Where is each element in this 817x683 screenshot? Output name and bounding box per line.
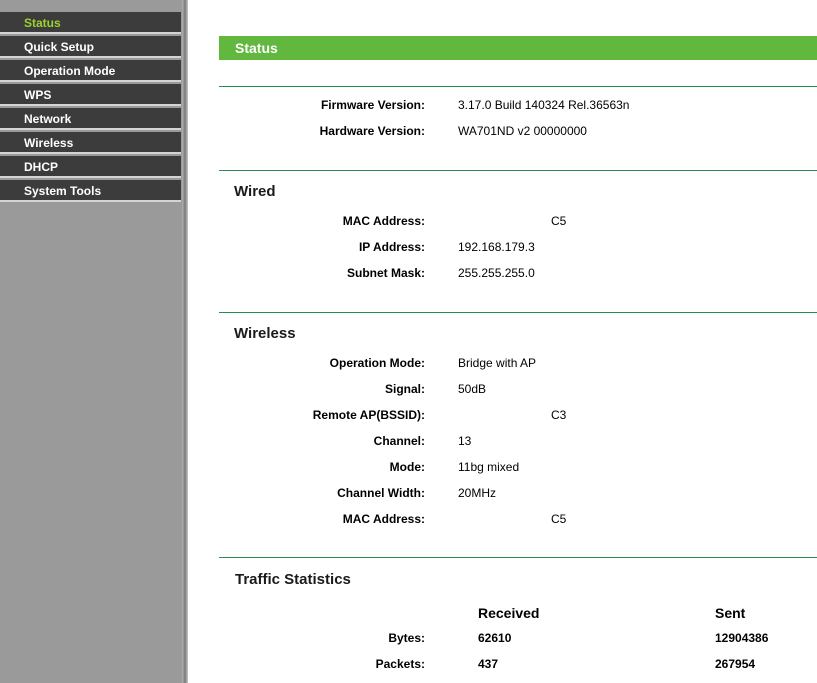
sidebar: Status Quick Setup Operation Mode WPS Ne… (0, 0, 182, 683)
packets-label: Packets: (375, 657, 425, 671)
wireless-section-title: Wireless (234, 325, 296, 342)
wired-mac-label: MAC Address: (342, 214, 425, 228)
packets-received-value: 437 (478, 657, 499, 671)
received-column-header: Received (478, 605, 540, 621)
sidebar-item-wps[interactable]: WPS (0, 84, 181, 106)
wireless-remote-ap-value: C3 (551, 408, 567, 422)
wireless-channel-value: 13 (458, 434, 472, 448)
wired-mac-value: C5 (551, 214, 567, 228)
wireless-signal-label: Signal: (384, 382, 425, 396)
firmware-value: 3.17.0 Build 140324 Rel.36563n (458, 98, 630, 112)
wired-ip-label: IP Address: (358, 240, 425, 254)
sidebar-item-dhcp[interactable]: DHCP (0, 156, 181, 178)
wireless-channel-label: Channel: (373, 434, 425, 448)
hardware-value: WA701ND v2 00000000 (458, 124, 587, 138)
main-content: Status Firmware Version: 3.17.0 Build 14… (188, 0, 817, 683)
sent-column-header: Sent (715, 605, 746, 621)
sidebar-item-quick-setup[interactable]: Quick Setup (0, 36, 181, 58)
section-divider (219, 170, 817, 171)
sidebar-item-wireless[interactable]: Wireless (0, 132, 181, 154)
packets-sent-value: 267954 (715, 657, 756, 671)
wireless-mode-value: 11bg mixed (458, 460, 520, 474)
wireless-mac-value: C5 (551, 512, 567, 526)
section-divider (219, 557, 817, 558)
hardware-label: Hardware Version: (319, 124, 425, 138)
wireless-mode-label: Mode: (389, 460, 425, 474)
sidebar-item-system-tools[interactable]: System Tools (0, 180, 181, 202)
bytes-received-value: 62610 (478, 631, 512, 645)
wireless-opmode-value: Bridge with AP (458, 356, 537, 370)
wireless-signal-value: 50dB (458, 382, 487, 396)
firmware-label: Firmware Version: (320, 98, 425, 112)
wireless-channel-width-label: Channel Width: (337, 486, 425, 500)
section-divider (219, 312, 817, 313)
wired-section-title: Wired (234, 183, 276, 200)
traffic-section-title: Traffic Statistics (235, 571, 351, 588)
wireless-channel-width-value: 20MHz (458, 486, 497, 500)
bytes-label: Bytes: (388, 631, 425, 645)
wireless-mac-label: MAC Address: (342, 512, 425, 526)
wired-ip-value: 192.168.179.3 (458, 240, 535, 254)
wireless-remote-ap-label: Remote AP(BSSID): (312, 408, 425, 422)
wired-mask-value: 255.255.255.0 (458, 266, 535, 280)
bytes-sent-value: 12904386 (715, 631, 769, 645)
section-divider (219, 86, 817, 87)
sidebar-item-network[interactable]: Network (0, 108, 181, 130)
wireless-opmode-label: Operation Mode: (329, 356, 425, 370)
page-title: Status (219, 36, 817, 60)
sidebar-item-status[interactable]: Status (0, 12, 181, 34)
sidebar-item-operation-mode[interactable]: Operation Mode (0, 60, 181, 82)
wired-mask-label: Subnet Mask: (346, 266, 425, 280)
